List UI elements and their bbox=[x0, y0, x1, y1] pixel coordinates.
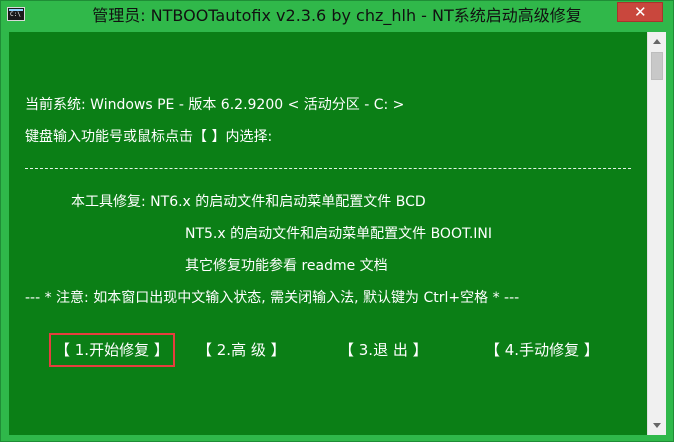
start-repair-option[interactable]: 【 1.开始修复 】 bbox=[55, 341, 169, 359]
close-button[interactable]: ✕ bbox=[617, 2, 663, 22]
scroll-up-icon[interactable] bbox=[648, 32, 666, 50]
scroll-thumb[interactable] bbox=[651, 52, 663, 80]
tool-info-readme: 其它修复功能参看 readme 文档 bbox=[185, 258, 388, 274]
menu-options: 【 1.开始修复 】 【 2.高 级 】 【 3.退 出 】 【 4.手动修复 … bbox=[47, 333, 637, 367]
separator-line bbox=[25, 168, 631, 169]
system-info: 当前系统: Windows PE - 版本 6.2.9200 < 活动分区 - … bbox=[25, 97, 405, 113]
console-area: 当前系统: Windows PE - 版本 6.2.9200 < 活动分区 - … bbox=[9, 32, 647, 435]
close-icon: ✕ bbox=[634, 3, 647, 21]
title-bar[interactable]: C:\ 管理员: NTBOOTautofix v2.3.6 by chz_hlh… bbox=[1, 1, 673, 31]
selection-prompt: 键盘输入功能号或鼠标点击【 】内选择: bbox=[25, 129, 273, 145]
scroll-down-icon[interactable] bbox=[648, 417, 666, 435]
exit-option[interactable]: 【 3.退 出 】 bbox=[339, 341, 428, 359]
manual-repair-option[interactable]: 【 4.手动修复 】 bbox=[485, 341, 599, 359]
tool-info-bootini: NT5.x 的启动文件和启动菜单配置文件 BOOT.INI bbox=[185, 226, 493, 242]
advanced-option[interactable]: 【 2.高 级 】 bbox=[197, 341, 286, 359]
input-method-note: --- * 注意: 如本窗口出现中文输入状态, 需关闭输入法, 默认键为 Ctr… bbox=[25, 290, 520, 306]
command-window: C:\ 管理员: NTBOOTautofix v2.3.6 by chz_hlh… bbox=[0, 0, 674, 442]
tool-info-bcd: 本工具修复: NT6.x 的启动文件和启动菜单配置文件 BCD bbox=[71, 194, 426, 210]
window-title: 管理员: NTBOOTautofix v2.3.6 by chz_hlh - N… bbox=[92, 6, 582, 25]
vertical-scrollbar[interactable] bbox=[647, 32, 666, 435]
